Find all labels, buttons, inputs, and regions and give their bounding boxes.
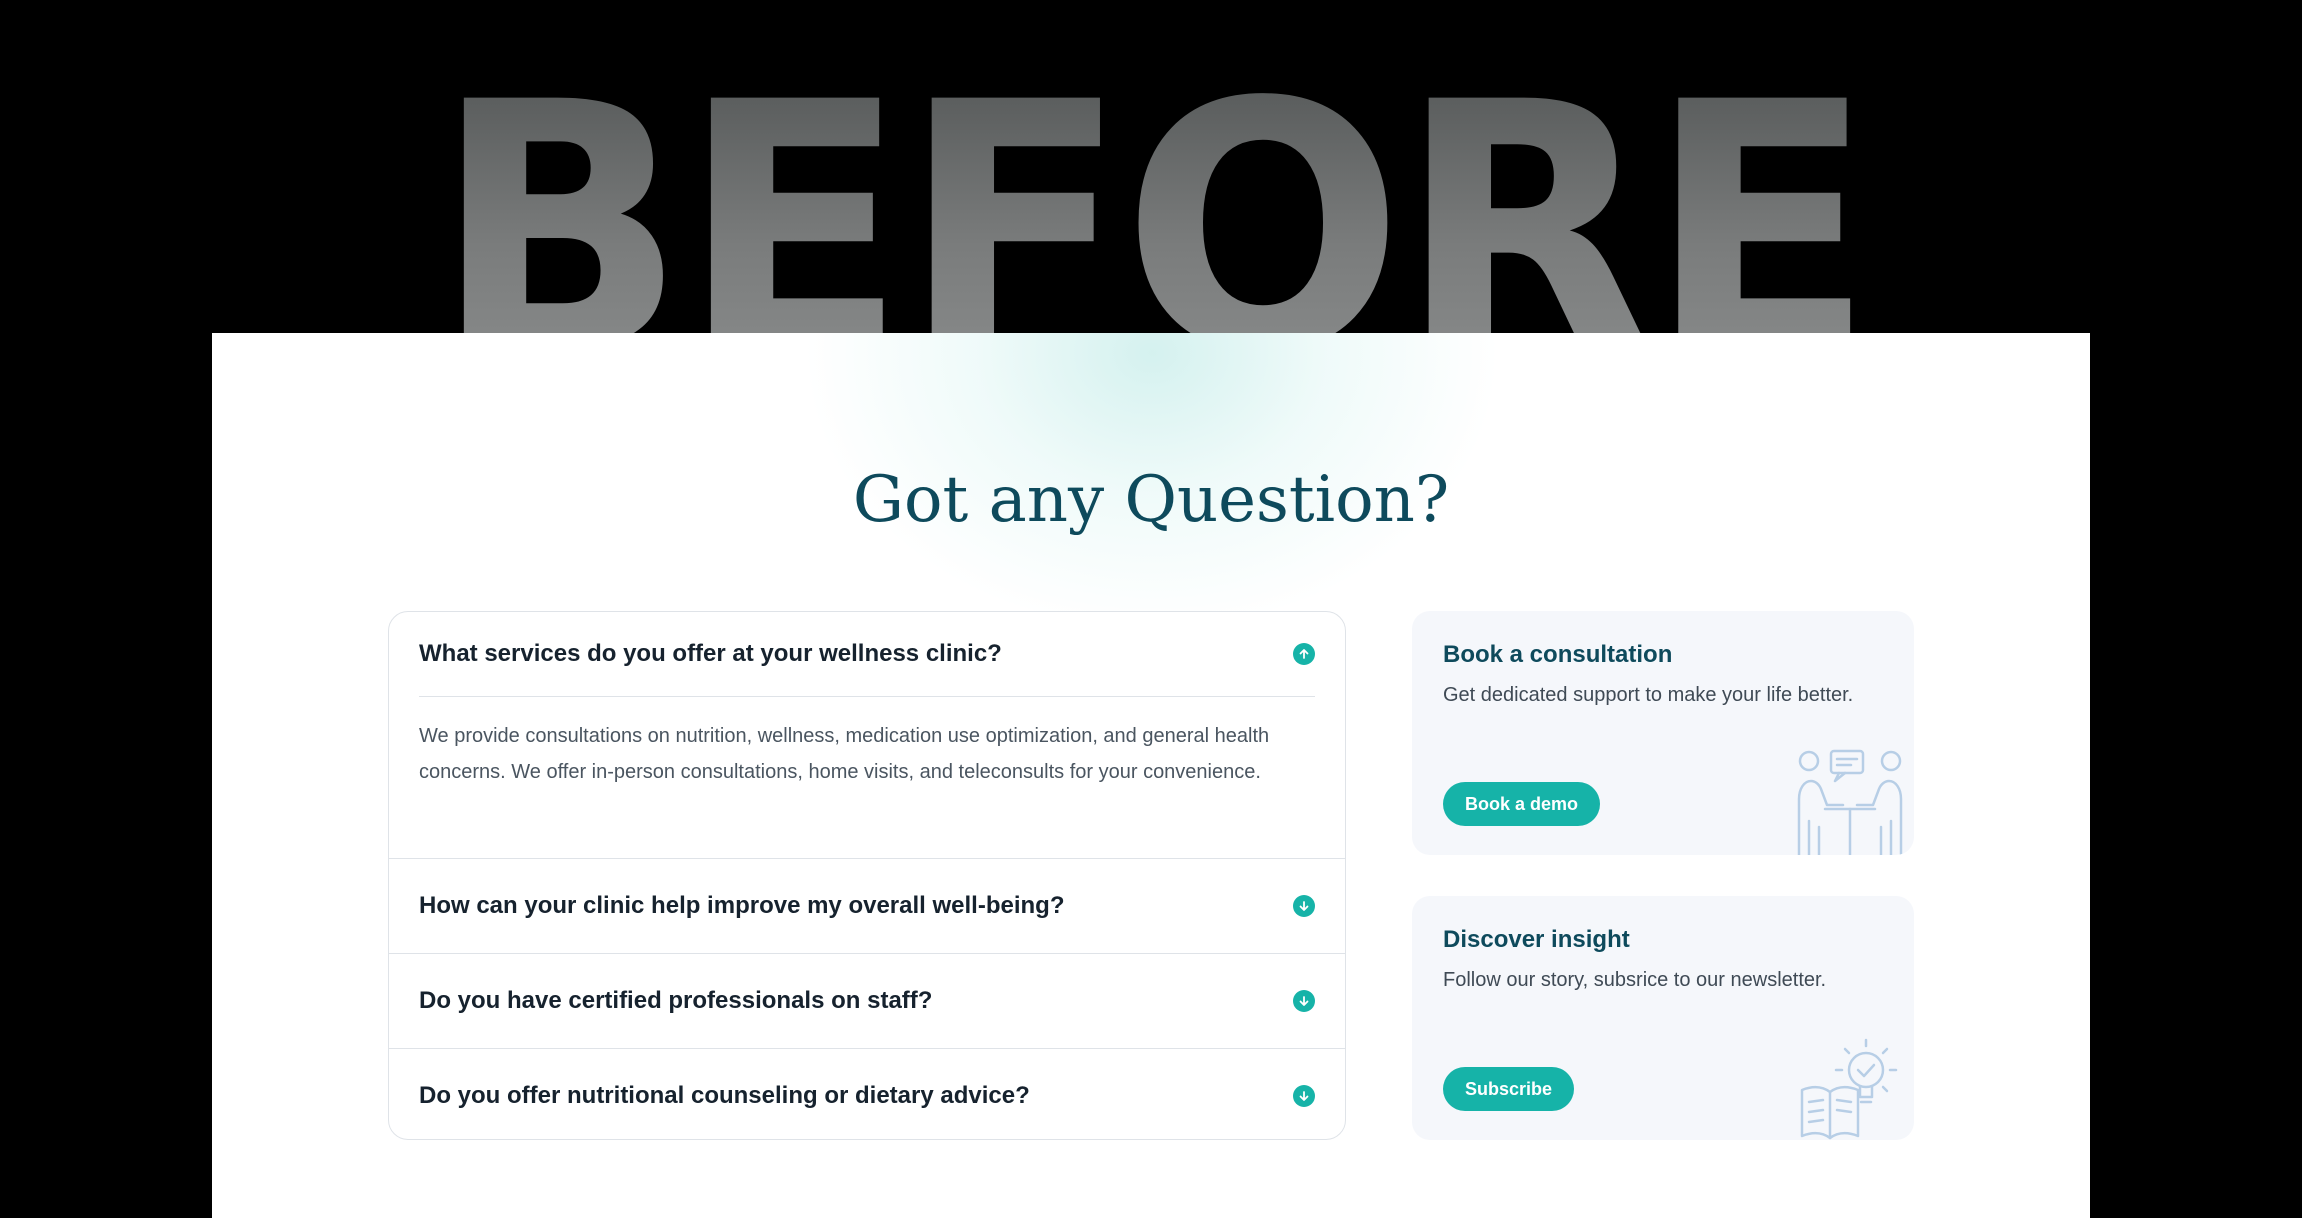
faq-question: Do you offer nutritional counseling or d… [419,1082,1030,1109]
faq-question-toggle[interactable]: How can your clinic help improve my over… [419,859,1315,953]
faq-question-toggle[interactable]: Do you have certified professionals on s… [419,954,1315,1048]
arrow-up-circle-icon[interactable] [1293,643,1315,665]
faq-question: What services do you offer at your welln… [419,640,1002,667]
faq-answer: We provide consultations on nutrition, w… [419,725,1270,783]
subscribe-button[interactable]: Subscribe [1443,1067,1575,1111]
card-description: Follow our story, subsrice to our newsle… [1443,969,1827,991]
card-title: Book a consultation [1443,641,1673,668]
faq-item: Do you offer nutritional counseling or d… [389,1049,1345,1139]
before-banner: BEFORE [0,0,2302,333]
faq-question-toggle[interactable]: What services do you offer at your welln… [419,612,1315,696]
card-description: Get dedicated support to make your life … [1443,684,1854,706]
faq-item: Do you have certified professionals on s… [389,954,1345,1049]
faq-section: Got any Question? What services do you o… [212,333,2090,1218]
faq-item: What services do you offer at your welln… [389,612,1345,859]
book-demo-button[interactable]: Book a demo [1443,782,1601,826]
faq-item: How can your clinic help improve my over… [389,859,1345,954]
faq-accordion: What services do you offer at your welln… [388,611,1346,1140]
consultation-card: Book a consultation Get dedicated suppor… [1412,611,1914,855]
faq-question: How can your clinic help improve my over… [419,892,1065,919]
before-label: BEFORE [35,58,2268,333]
faq-divider [419,696,1315,697]
arrow-down-circle-icon[interactable] [1293,1085,1315,1107]
newsletter-card: Discover insight Follow our story, subsr… [1412,896,1914,1140]
faq-question: Do you have certified professionals on s… [419,987,933,1014]
consultation-illustration-icon [1797,749,1903,855]
arrow-down-circle-icon[interactable] [1293,895,1315,917]
lightbulb-book-icon [1800,1038,1898,1140]
card-title: Discover insight [1443,926,1630,953]
faq-question-toggle[interactable]: Do you offer nutritional counseling or d… [419,1049,1315,1139]
section-heading: Got any Question? [852,463,1450,537]
arrow-down-circle-icon[interactable] [1293,990,1315,1012]
